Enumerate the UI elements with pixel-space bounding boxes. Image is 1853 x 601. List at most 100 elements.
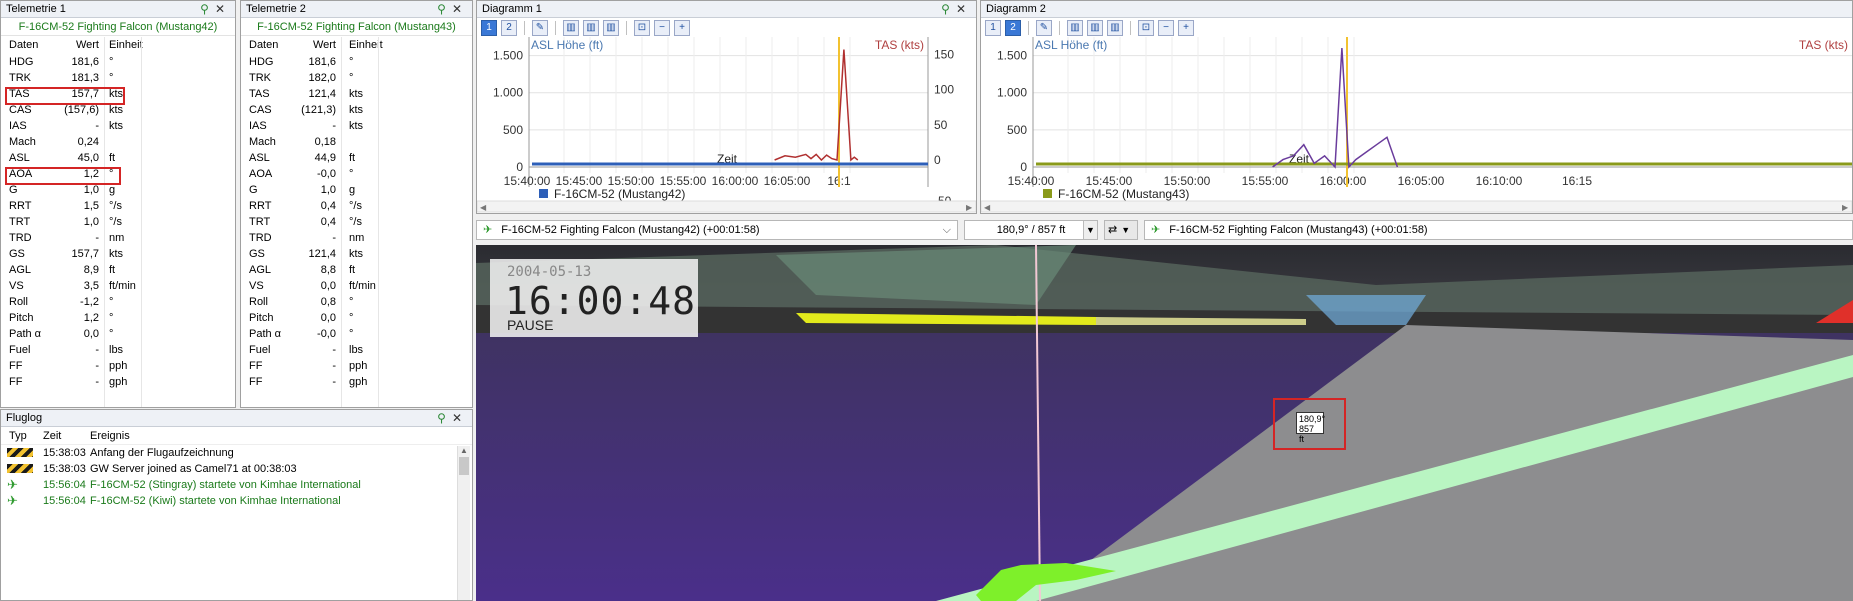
telemetry-row[interactable]: ASL 45,0 ft	[1, 150, 235, 166]
telemetry-row[interactable]: Fuel - lbs	[241, 342, 472, 358]
telemetry-row[interactable]: TAS 121,4 kts	[241, 86, 472, 102]
col-ereignis[interactable]: Ereignis	[90, 430, 130, 442]
zoom-in-icon[interactable]: +	[1178, 20, 1194, 36]
telemetry-row[interactable]: CAS (157,6) kts	[1, 102, 235, 118]
col-einheit[interactable]: Einheit	[109, 39, 143, 51]
telemetry-row[interactable]: Roll 0,8 °	[241, 294, 472, 310]
telemetry-row[interactable]: Pitch 1,2 °	[1, 310, 235, 326]
scrollbar-up-arrow[interactable]: ▲	[458, 446, 470, 455]
telemetry-row[interactable]: TRT 0,4 °/s	[241, 214, 472, 230]
aircraft-selector-right[interactable]: ✈ F-16CM-52 Fighting Falcon (Mustang43) …	[1144, 220, 1853, 240]
bearing-distance-field[interactable]: 180,9° / 857 ft ▼	[964, 220, 1098, 240]
diagram1-titlebar: Diagramm 1 ⚲✕	[477, 1, 976, 18]
chart-view-3-icon[interactable]: ▥	[1107, 20, 1123, 36]
series-2-button[interactable]: 2	[1005, 20, 1021, 36]
close-icon[interactable]: ✕	[452, 2, 468, 16]
telemetry-row[interactable]: ASL 44,9 ft	[241, 150, 472, 166]
telemetry-row[interactable]: Roll -1,2 °	[1, 294, 235, 310]
telemetry-row[interactable]: Path α -0,0 °	[241, 326, 472, 342]
aircraft-selector-left[interactable]: ✈ F-16CM-52 Fighting Falcon (Mustang42) …	[476, 220, 958, 240]
scrollbar-thumb[interactable]	[459, 457, 469, 475]
telemetry-row[interactable]: TRD - nm	[241, 230, 472, 246]
pin-icon[interactable]: ⚲	[941, 2, 956, 16]
chart-view-2-icon[interactable]: ▥	[583, 20, 599, 36]
series-1-button[interactable]: 1	[481, 20, 497, 36]
telemetry-row[interactable]: Mach 0,18	[241, 134, 472, 150]
telemetry-row[interactable]: RRT 0,4 °/s	[241, 198, 472, 214]
telemetry-row[interactable]: TRK 182,0 °	[241, 70, 472, 86]
legend-entry: F-16CM-52 (Mustang43)	[1058, 187, 1189, 201]
telemetry-row[interactable]: VS 3,5 ft/min	[1, 278, 235, 294]
diagram1-chart[interactable]: ASL Höhe (ft) TAS (kts) 0 500 1.000 1.500 0 50 1…	[477, 37, 976, 213]
close-icon[interactable]: ✕	[215, 2, 231, 16]
telemetry-row[interactable]: CAS (121,3) kts	[241, 102, 472, 118]
telemetry-row[interactable]: RRT 1,5 °/s	[1, 198, 235, 214]
dropdown-arrow-icon: ▼	[1121, 225, 1131, 235]
telemetry-row[interactable]: HDG 181,6 °	[241, 54, 472, 70]
chart-view-1-icon[interactable]: ▥	[1067, 20, 1083, 36]
chevron-down-icon[interactable]: ⌵	[943, 221, 951, 239]
telemetry-row[interactable]: AGL 8,8 ft	[241, 262, 472, 278]
col-wert[interactable]: Wert	[313, 39, 336, 51]
log-row[interactable]: 15:38:03 Anfang der Flugaufzeichnung	[1, 445, 472, 461]
dropdown-arrow-icon[interactable]: ▼	[1083, 221, 1097, 239]
log-row[interactable]: 15:38:03 GW Server joined as Camel71 at 0…	[1, 461, 472, 477]
close-icon[interactable]: ✕	[452, 411, 468, 425]
zoom-fit-icon[interactable]: ⊡	[1138, 20, 1154, 36]
telemetry-row[interactable]: AGL 8,9 ft	[1, 262, 235, 278]
zoom-in-icon[interactable]: +	[674, 20, 690, 36]
telemetry-row[interactable]: Path α 0,0 °	[1, 326, 235, 342]
series-1-button[interactable]: 1	[985, 20, 1001, 36]
close-icon[interactable]: ✕	[956, 2, 972, 16]
fluglog-panel: Fluglog ⚲✕ Typ Zeit Ereignis 15:38:03 Anf…	[0, 409, 473, 601]
telemetry-row[interactable]: Mach 0,24	[1, 134, 235, 150]
target-marker[interactable]: 180,9° 857 ft	[1296, 412, 1325, 444]
telemetry-row[interactable]: TRK 181,3 °	[1, 70, 235, 86]
wand-icon[interactable]: ✎	[532, 20, 548, 36]
chart-view-2-icon[interactable]: ▥	[1087, 20, 1103, 36]
telemetry-value: -	[95, 232, 99, 244]
telemetry-row[interactable]: G 1,0 g	[1, 182, 235, 198]
telemetry-row[interactable]: G 1,0 g	[241, 182, 472, 198]
telemetry-row[interactable]: TAS 157,7 kts	[1, 86, 235, 102]
telemetry-row[interactable]: GS 157,7 kts	[1, 246, 235, 262]
telemetry-value: (157,6)	[64, 104, 99, 116]
zoom-fit-icon[interactable]: ⊡	[634, 20, 650, 36]
zoom-out-icon[interactable]: −	[654, 20, 670, 36]
telemetry-row[interactable]: FF - pph	[241, 358, 472, 374]
chart-view-3-icon[interactable]: ▥	[603, 20, 619, 36]
telemetry-row[interactable]: FF - gph	[241, 374, 472, 390]
series-2-button[interactable]: 2	[501, 20, 517, 36]
wand-icon[interactable]: ✎	[1036, 20, 1052, 36]
3d-view[interactable]: 2004-05-13 16:00:48 PAUSE 180,9° 857 ft	[476, 245, 1853, 601]
telemetry-label: CAS	[249, 104, 272, 116]
pin-icon[interactable]: ⚲	[437, 411, 452, 425]
col-wert[interactable]: Wert	[76, 39, 99, 51]
pin-icon[interactable]: ⚲	[200, 2, 215, 16]
telemetry-row[interactable]: AOA -0,0 °	[241, 166, 472, 182]
log-row[interactable]: ✈ 15:56:04 F-16CM-52 (Kiwi) startete von K…	[1, 493, 472, 509]
pin-icon[interactable]: ⚲	[437, 2, 452, 16]
chart-view-1-icon[interactable]: ▥	[563, 20, 579, 36]
diagram2-chart[interactable]: ASL Höhe (ft) TAS (kts) 0 500 1.000 1.500 15:4…	[981, 37, 1852, 213]
telemetry-row[interactable]: GS 121,4 kts	[241, 246, 472, 262]
col-daten[interactable]: Daten	[249, 39, 278, 51]
telemetry-row[interactable]: TRT 1,0 °/s	[1, 214, 235, 230]
col-zeit[interactable]: Zeit	[43, 430, 61, 442]
log-row[interactable]: ✈ 15:56:04 F-16CM-52 (Stingray) startete v…	[1, 477, 472, 493]
telemetry-row[interactable]: Fuel - lbs	[1, 342, 235, 358]
zoom-out-icon[interactable]: −	[1158, 20, 1174, 36]
col-typ[interactable]: Typ	[9, 430, 27, 442]
telemetry-row[interactable]: VS 0,0 ft/min	[241, 278, 472, 294]
telemetry-row[interactable]: Pitch 0,0 °	[241, 310, 472, 326]
telemetry-row[interactable]: FF - pph	[1, 358, 235, 374]
telemetry-row[interactable]: FF - gph	[1, 374, 235, 390]
fluglog-scrollbar[interactable]: ▲	[457, 446, 470, 600]
telemetry-row[interactable]: IAS - kts	[1, 118, 235, 134]
telemetry-row[interactable]: HDG 181,6 °	[1, 54, 235, 70]
col-daten[interactable]: Daten	[9, 39, 38, 51]
telemetry-row[interactable]: IAS - kts	[241, 118, 472, 134]
telemetry-row[interactable]: AOA 1,2 °	[1, 166, 235, 182]
link-options-button[interactable]: ⇄ ▼	[1104, 220, 1138, 240]
telemetry-row[interactable]: TRD - nm	[1, 230, 235, 246]
